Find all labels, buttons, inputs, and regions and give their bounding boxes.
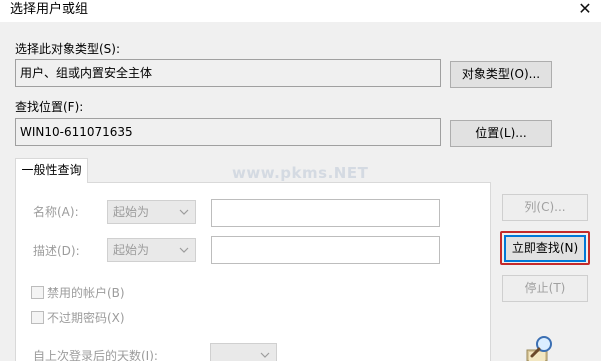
days-since-logon-label: 自上次登录后的天数(I):	[33, 349, 158, 361]
chevron-down-icon	[179, 247, 189, 253]
watermark: www.pkms.NET	[232, 164, 369, 182]
location-label: 查找位置(F):	[15, 100, 84, 114]
name-input[interactable]	[211, 199, 440, 227]
stop-button[interactable]: 停止(T)	[502, 275, 588, 302]
magnifier-icon	[526, 336, 552, 361]
window-title: 选择用户或组	[10, 2, 89, 17]
disabled-accounts-checkbox[interactable]	[31, 286, 44, 299]
disabled-accounts-label: 禁用的帐户(B)	[47, 286, 125, 300]
name-match-combo[interactable]: 起始为	[107, 200, 196, 224]
description-input[interactable]	[211, 236, 440, 264]
non-expiring-password-checkbox[interactable]	[31, 311, 44, 324]
name-label: 名称(A):	[33, 205, 79, 219]
location-field: WIN10-611071635	[15, 118, 441, 146]
name-match-value: 起始为	[113, 205, 150, 219]
description-match-value: 起始为	[113, 243, 150, 257]
find-now-button[interactable]: 立即查找(N)	[504, 235, 586, 262]
tab-common-queries[interactable]: 一般性查询	[15, 158, 88, 183]
object-type-label: 选择此对象类型(S):	[15, 42, 121, 56]
chevron-down-icon	[260, 352, 270, 358]
columns-button[interactable]: 列(C)...	[502, 194, 588, 221]
locations-button[interactable]: 位置(L)...	[450, 120, 552, 147]
description-label: 描述(D):	[33, 244, 80, 258]
description-match-combo[interactable]: 起始为	[107, 238, 196, 262]
chevron-down-icon	[179, 209, 189, 215]
object-type-field: 用户、组或内置安全主体	[15, 59, 441, 87]
close-icon[interactable]: ✕	[571, 0, 599, 21]
title-bar: 选择用户或组 ✕	[0, 0, 601, 22]
non-expiring-password-label: 不过期密码(X)	[47, 311, 125, 325]
object-types-button[interactable]: 对象类型(O)...	[450, 61, 552, 88]
days-since-logon-combo[interactable]	[210, 343, 277, 361]
